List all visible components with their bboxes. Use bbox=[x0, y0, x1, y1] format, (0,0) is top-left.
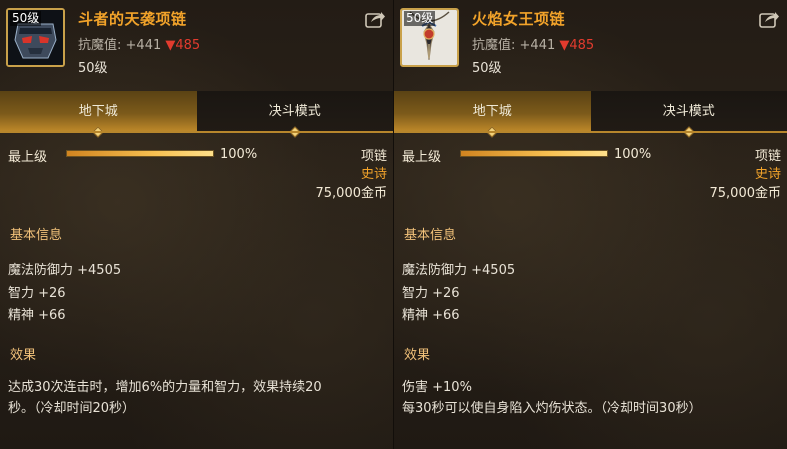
tab-pvp[interactable]: 决斗模式 bbox=[196, 91, 393, 138]
item-price: 75,000金币 bbox=[315, 186, 388, 201]
item-level-text: 50级 bbox=[472, 61, 502, 76]
resist-label: 抗魔值: bbox=[78, 38, 122, 53]
item-type: 项链 bbox=[360, 149, 387, 164]
grade-bar-fill bbox=[67, 151, 213, 156]
stat-line: 精神 +66 bbox=[8, 308, 66, 323]
effect-line: 伤害 +10% bbox=[402, 380, 472, 395]
item-name: 火焰女王项链 bbox=[472, 10, 566, 28]
stat-line: 精神 +66 bbox=[402, 308, 460, 323]
effect-title: 效果 bbox=[404, 348, 431, 363]
resist-row: 抗魔值: +441 ▼485 bbox=[78, 34, 200, 53]
mode-tabs: 地下城 决斗模式 bbox=[0, 91, 393, 138]
resist-value: +441 bbox=[125, 38, 162, 53]
tab-dungeon[interactable]: 地下城 bbox=[0, 91, 197, 138]
grade-percent: 100% bbox=[220, 147, 258, 162]
tab-underline bbox=[0, 131, 393, 133]
effect-line: 每30秒可以使自身陷入灼伤状态。（冷却时间30秒） bbox=[402, 401, 702, 416]
item-name: 斗者的天袭项链 bbox=[78, 10, 187, 28]
item-price: 75,000金币 bbox=[709, 186, 782, 201]
item-type: 项链 bbox=[754, 149, 781, 164]
effect-line: 秒。（冷却时间20秒） bbox=[8, 401, 136, 416]
tab-pvp-label: 决斗模式 bbox=[662, 104, 715, 119]
item-header: 50级 火焰女王项链 抗魔值: +441 ▼485 50级 bbox=[394, 0, 787, 88]
tab-dungeon[interactable]: 地下城 bbox=[394, 91, 591, 138]
stat-line: 智力 +26 bbox=[402, 286, 460, 301]
item-tooltip-right: 50级 火焰女王项链 抗魔值: +441 ▼485 50级 地下城 决斗模式 最… bbox=[393, 0, 787, 449]
grade-percent: 100% bbox=[614, 147, 652, 162]
effect-title: 效果 bbox=[10, 348, 37, 363]
grade-label: 最上级 bbox=[8, 150, 48, 165]
item-level-badge: 50级 bbox=[404, 11, 436, 26]
tab-dungeon-label: 地下城 bbox=[472, 104, 512, 119]
share-icon[interactable] bbox=[759, 10, 779, 28]
item-level-text: 50级 bbox=[78, 61, 108, 76]
grade-bar bbox=[66, 150, 214, 157]
grade-label: 最上级 bbox=[402, 150, 442, 165]
tab-dungeon-label: 地下城 bbox=[78, 104, 118, 119]
grade-bar bbox=[460, 150, 608, 157]
item-tooltip-left: 50级 斗者的天袭项链 抗魔值: +441 ▼485 50级 地下城 决斗模式 bbox=[0, 0, 393, 449]
item-icon-frame[interactable]: 50级 bbox=[400, 8, 459, 67]
item-level-badge: 50级 bbox=[10, 11, 42, 26]
item-header: 50级 斗者的天袭项链 抗魔值: +441 ▼485 50级 bbox=[0, 0, 393, 88]
share-icon[interactable] bbox=[365, 10, 385, 28]
resist-row: 抗魔值: +441 ▼485 bbox=[472, 34, 594, 53]
grade-bar-fill bbox=[461, 151, 607, 156]
stat-line: 魔法防御力 +4505 bbox=[8, 263, 122, 278]
resist-drop: ▼485 bbox=[559, 38, 595, 53]
tab-pvp[interactable]: 决斗模式 bbox=[590, 91, 787, 138]
effect-line: 达成30次连击时，增加6%的力量和智力，效果持续20 bbox=[8, 380, 322, 395]
tab-pvp-label: 决斗模式 bbox=[268, 104, 321, 119]
basic-info-title: 基本信息 bbox=[404, 228, 457, 243]
resist-drop: ▼485 bbox=[165, 38, 201, 53]
stat-line: 魔法防御力 +4505 bbox=[402, 263, 516, 278]
item-rarity: 史诗 bbox=[360, 167, 387, 182]
item-rarity: 史诗 bbox=[754, 167, 781, 182]
tab-underline bbox=[394, 131, 787, 133]
resist-label: 抗魔值: bbox=[472, 38, 516, 53]
basic-info-title: 基本信息 bbox=[10, 228, 63, 243]
stat-line: 智力 +26 bbox=[8, 286, 66, 301]
item-icon-frame[interactable]: 50级 bbox=[6, 8, 65, 67]
mode-tabs: 地下城 决斗模式 bbox=[394, 91, 787, 138]
resist-value: +441 bbox=[519, 38, 556, 53]
